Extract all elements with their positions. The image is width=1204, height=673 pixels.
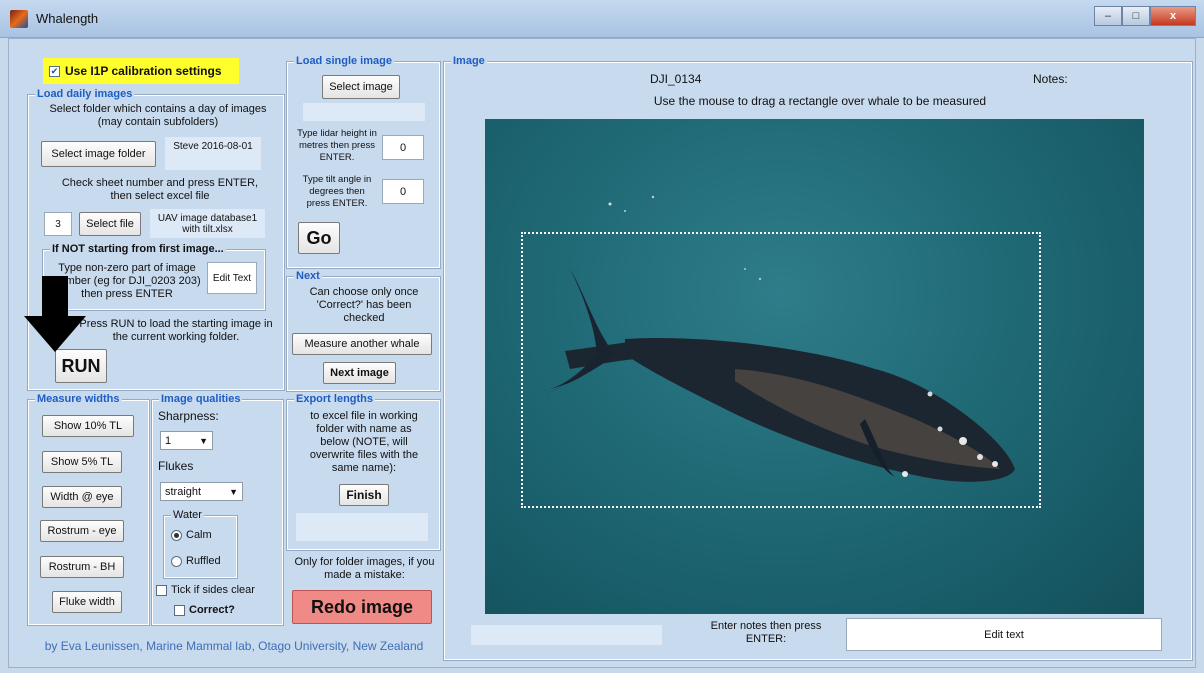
tilt-angle-input[interactable]: 0 xyxy=(382,179,424,204)
checkbox-checked-icon: ✔ xyxy=(49,65,60,77)
sharpness-label: Sharpness: xyxy=(158,409,219,423)
select-image-folder-button[interactable]: Select image folder xyxy=(41,141,156,167)
chevron-down-icon: ▼ xyxy=(199,435,208,446)
radio-unselected-icon xyxy=(171,555,182,567)
run-button[interactable]: RUN xyxy=(55,349,107,383)
rostrum-bh-button[interactable]: Rostrum - BH xyxy=(40,556,124,578)
rostrum-eye-button[interactable]: Rostrum - eye xyxy=(40,520,124,542)
measure-another-whale-button[interactable]: Measure another whale xyxy=(292,333,432,355)
export-instructions: to excel file in working folder with nam… xyxy=(309,410,419,474)
select-file-button[interactable]: Select file xyxy=(79,212,141,236)
image-panel-title: Image xyxy=(451,55,487,68)
minimize-button[interactable]: – xyxy=(1094,6,1122,26)
show-10-tl-button[interactable]: Show 10% TL xyxy=(42,415,134,437)
sharpness-value: 1 xyxy=(165,434,172,447)
flukes-select[interactable]: straight ▼ xyxy=(160,482,243,501)
export-filename-input[interactable] xyxy=(296,513,428,541)
water-calm-radio[interactable]: Calm xyxy=(171,529,212,541)
load-daily-title: Load daily images xyxy=(35,88,135,101)
chevron-down-icon: ▼ xyxy=(229,486,238,497)
title-bar: Whalength – □ x xyxy=(0,0,1204,38)
water-group: Water xyxy=(163,509,238,579)
radio-selected-icon xyxy=(171,529,182,541)
lidar-height-input[interactable]: 0 xyxy=(382,135,424,160)
sharpness-select[interactable]: 1 ▼ xyxy=(160,431,213,450)
redo-instructions: Only for folder images, if you made a mi… xyxy=(294,556,435,581)
flukes-label: Flukes xyxy=(158,459,194,473)
load-single-title: Load single image xyxy=(294,55,394,68)
load-daily-instructions: Select folder which contains a day of im… xyxy=(49,103,267,128)
select-image-button[interactable]: Select image xyxy=(322,75,400,99)
app-icon xyxy=(10,10,28,28)
status-field xyxy=(471,625,662,645)
finish-button[interactable]: Finish xyxy=(339,484,389,506)
water-calm-label: Calm xyxy=(186,529,212,541)
water-ruffled-label: Ruffled xyxy=(186,555,221,567)
folder-value: Steve 2016-08-01 xyxy=(165,137,261,170)
arrow-down-icon xyxy=(24,276,86,352)
image-instructions: Use the mouse to drag a rectangle over w… xyxy=(653,94,987,108)
calibration-checkbox[interactable]: ✔ Use I1P calibration settings xyxy=(43,58,239,84)
checkbox-unchecked-icon xyxy=(174,604,185,616)
water-title: Water xyxy=(171,509,204,522)
correct-checkbox[interactable]: Correct? xyxy=(174,604,235,616)
maximize-button[interactable]: □ xyxy=(1122,6,1150,26)
sheet-instructions: Check sheet number and press ENTER, then… xyxy=(61,177,259,202)
next-image-button[interactable]: Next image xyxy=(323,362,396,384)
window-controls: – □ x xyxy=(1094,6,1196,26)
width-eye-button[interactable]: Width @ eye xyxy=(42,486,122,508)
measure-widths-title: Measure widths xyxy=(35,393,122,406)
show-5-tl-button[interactable]: Show 5% TL xyxy=(42,451,122,473)
run-instructions: Press RUN to load the starting image in … xyxy=(79,318,273,343)
image-qualities-title: Image qualities xyxy=(159,393,243,406)
tilt-label: Type tilt angle in degrees then press EN… xyxy=(302,174,372,209)
redo-image-button[interactable]: Redo image xyxy=(292,590,432,624)
notes-prompt: Enter notes then press ENTER: xyxy=(710,620,822,645)
sides-clear-checkbox[interactable]: Tick if sides clear xyxy=(156,584,255,596)
flukes-value: straight xyxy=(165,485,202,498)
selection-rectangle[interactable] xyxy=(521,232,1041,508)
window-title: Whalength xyxy=(36,11,99,26)
file-value: UAV image database1 with tilt.xlsx xyxy=(150,209,265,238)
export-title: Export lengths xyxy=(294,393,376,406)
correct-label: Correct? xyxy=(189,604,235,616)
close-button[interactable]: x xyxy=(1150,6,1196,26)
next-title: Next xyxy=(294,270,322,283)
go-button[interactable]: Go xyxy=(298,222,340,254)
sheet-number-input[interactable]: 3 xyxy=(44,212,72,236)
checkbox-unchecked-icon xyxy=(156,584,167,596)
not-first-title: If NOT starting from first image... xyxy=(50,243,226,256)
single-image-path xyxy=(303,103,425,121)
fluke-width-button[interactable]: Fluke width xyxy=(52,591,122,613)
calibration-label: Use I1P calibration settings xyxy=(65,64,222,78)
start-image-number-input[interactable]: Edit Text xyxy=(207,262,257,294)
credit-text: by Eva Leunissen, Marine Mammal lab, Ota… xyxy=(44,639,424,653)
notes-label: Notes: xyxy=(1033,72,1068,86)
next-instructions: Can choose only once 'Correct?' has been… xyxy=(309,286,419,324)
lidar-label: Type lidar height in metres then press E… xyxy=(297,128,377,163)
notes-input[interactable]: Edit text xyxy=(846,618,1162,651)
image-filename: DJI_0134 xyxy=(650,72,702,86)
sides-clear-label: Tick if sides clear xyxy=(171,584,255,596)
water-ruffled-radio[interactable]: Ruffled xyxy=(171,555,221,567)
